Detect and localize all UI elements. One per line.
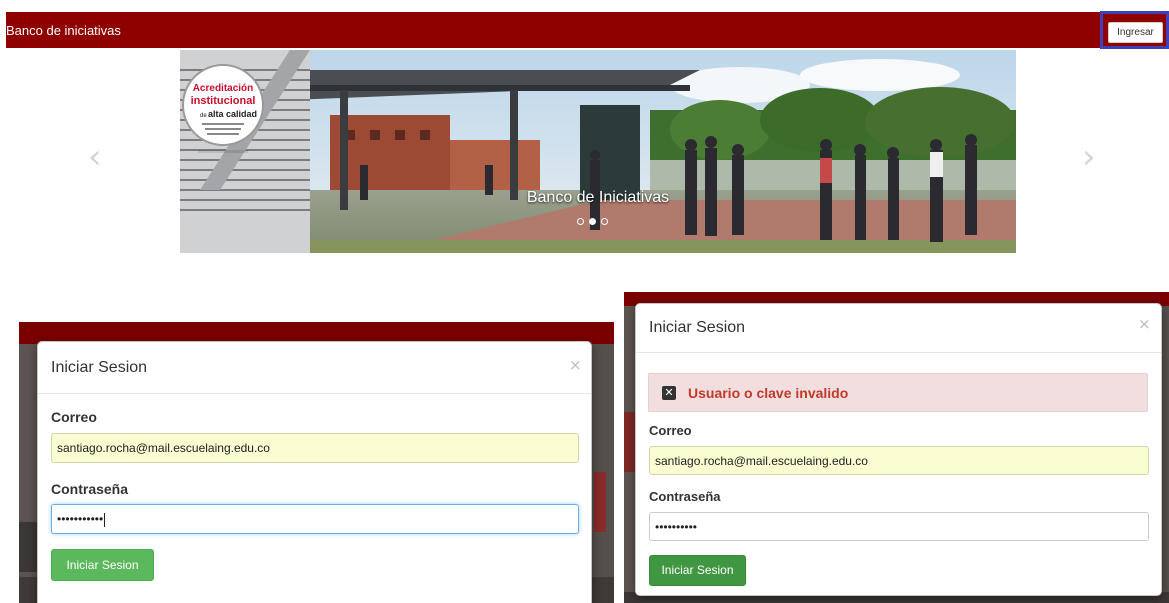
modal-title: Iniciar Sesion [51,359,148,376]
email-label: Correo [649,423,692,438]
password-label: Contraseña [51,481,129,497]
login-button[interactable]: Ingresar [1108,22,1163,43]
modal-title: Iniciar Sesion [649,319,746,336]
error-message: Usuario o clave invalido [688,385,849,401]
badge-line3: alta calidad [208,109,257,119]
hero-carousel: Acreditación institucional de alta calid… [180,50,1016,253]
password-value: ••••••••••• [57,512,104,526]
modal-header-divider [636,352,1161,353]
modal-header-divider [38,393,591,394]
email-field[interactable]: santiago.rocha@mail.escuelaing.edu.co [51,433,579,463]
email-label: Correo [51,409,97,425]
badge-line3-prefix: de [200,113,207,119]
campus-photo: Acreditación institucional de alta calid… [180,50,1016,253]
password-field[interactable]: •••••••••• [649,512,1149,541]
password-label: Contraseña [649,489,721,504]
carousel-indicator-3[interactable] [601,218,608,225]
close-icon[interactable]: × [569,356,582,374]
error-x-icon: ✕ [662,386,676,400]
login-screenshot-panel: Iniciar Sesion × Correo santiago.rocha@m… [19,322,614,603]
carousel-caption: Banco de Iniciativas [526,189,670,206]
login-button-highlight: Ingresar [1100,11,1169,49]
email-field[interactable]: santiago.rocha@mail.escuelaing.edu.co [649,446,1149,475]
badge-line2: institucional [191,95,256,107]
carousel-prev-icon[interactable]: ‹ [88,140,102,174]
top-navbar: Banco de iniciativas Ingresar [6,11,1169,49]
brand-title[interactable]: Banco de iniciativas [6,23,121,38]
close-icon[interactable]: × [1138,315,1151,333]
password-field[interactable]: ••••••••••• [51,504,579,534]
error-screenshot-panel: Iniciar Sesion × ✕ Usuario o clave inval… [624,292,1169,603]
carousel-indicator-1[interactable] [577,218,584,225]
badge-line1: Acreditación [193,83,254,94]
text-caret [104,512,106,527]
carousel-indicator-2[interactable] [589,218,596,225]
login-submit-button[interactable]: Iniciar Sesion [51,549,154,581]
error-login-modal: Iniciar Sesion × ✕ Usuario o clave inval… [635,303,1162,596]
login-modal: Iniciar Sesion × Correo santiago.rocha@m… [37,341,592,603]
carousel-next-icon[interactable]: › [1082,140,1096,174]
login-submit-button[interactable]: Iniciar Sesion [649,555,746,586]
error-alert: ✕ Usuario o clave invalido [648,373,1148,412]
